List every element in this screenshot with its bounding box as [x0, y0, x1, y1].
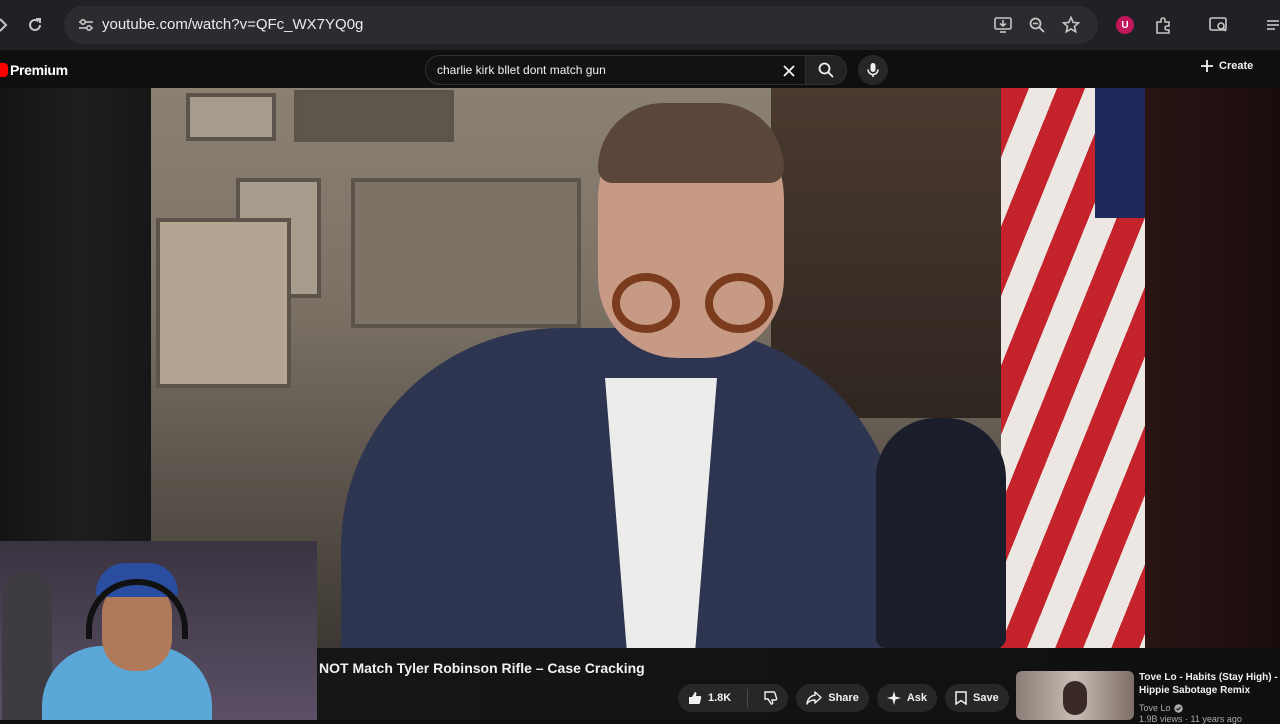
address-bar[interactable]: youtube.com/watch?v=QFc_WX7YQ0g [64, 6, 1098, 44]
install-app-icon[interactable] [989, 11, 1017, 39]
extension-shield-icon: U [1116, 16, 1134, 34]
create-label: Create [1219, 60, 1254, 72]
ambient-glow [1145, 88, 1280, 648]
logo-text: Premium [10, 62, 68, 78]
browser-toolbar: youtube.com/watch?v=QFc_WX7YQ0g U [0, 0, 1280, 50]
speaker-glasses-left [612, 273, 680, 333]
webcam-overlay [0, 541, 317, 720]
thumbnail-figure [1063, 681, 1087, 715]
share-label: Share [828, 692, 859, 704]
video-title: NOT Match Tyler Robinson Rifle – Case Cr… [319, 660, 645, 676]
thumbs-up-icon [689, 692, 702, 704]
ask-label: Ask [906, 692, 928, 704]
zoom-icon[interactable] [1023, 11, 1051, 39]
share-icon [806, 691, 822, 705]
clear-search-icon[interactable] [779, 61, 799, 81]
extension-badge-icon[interactable]: U [1111, 11, 1139, 39]
reload-icon[interactable] [21, 11, 49, 39]
microphone-icon [867, 63, 879, 77]
recommended-title[interactable]: Tove Lo - Habits (Stay High) - Hippie Sa… [1139, 671, 1279, 697]
search-query: charlie kirk bllet dont match gun [437, 63, 606, 77]
youtube-logo[interactable]: Premium [0, 62, 68, 78]
youtube-play-icon [0, 63, 8, 77]
search-input[interactable]: charlie kirk bllet dont match gun [425, 55, 805, 85]
recommended-channel-name: Tove Lo [1139, 703, 1171, 713]
share-button[interactable]: Share [796, 684, 869, 712]
bookmark-icon [955, 691, 967, 705]
recommended-meta: 1.9B views · 11 years ago [1139, 714, 1242, 724]
video-actions: 1.8K Share Ask Save [678, 684, 1045, 712]
youtube-header: Premium charlie kirk bllet dont match gu… [0, 50, 1280, 88]
like-divider [747, 689, 749, 707]
speaker-glasses-right [705, 273, 773, 333]
like-button[interactable]: 1.8K [678, 684, 741, 712]
voice-search-button[interactable] [858, 55, 888, 85]
ask-button[interactable]: Ask [876, 684, 938, 712]
podcast-microphone [876, 418, 1006, 648]
bookmark-star-icon[interactable] [1057, 11, 1085, 39]
site-settings-icon[interactable] [72, 11, 100, 39]
dislike-button[interactable] [754, 684, 788, 712]
search-button[interactable] [805, 55, 847, 85]
recommended-thumbnail[interactable] [1016, 671, 1134, 720]
tab-search-icon[interactable] [1205, 11, 1233, 39]
search-icon [818, 62, 834, 78]
speaker-hair [598, 103, 784, 183]
plus-icon [1201, 60, 1213, 72]
like-count: 1.8K [708, 692, 732, 704]
url-text: youtube.com/watch?v=QFc_WX7YQ0g [102, 16, 364, 33]
sparkle-icon [886, 691, 901, 705]
save-label: Save [973, 692, 999, 704]
verified-check-icon [1173, 703, 1183, 713]
extensions-puzzle-icon[interactable] [1149, 11, 1177, 39]
save-button[interactable]: Save [945, 684, 1009, 712]
like-dislike-group: 1.8K [678, 684, 789, 712]
recommended-channel[interactable]: Tove Lo [1139, 703, 1183, 713]
create-button[interactable]: Create [1200, 59, 1253, 73]
recommended-video[interactable]: Tove Lo - Habits (Stay High) - Hippie Sa… [1016, 671, 1280, 724]
side-panel-icon[interactable] [1264, 11, 1280, 39]
thumbs-down-icon [764, 691, 778, 705]
forward-button[interactable] [0, 11, 10, 39]
